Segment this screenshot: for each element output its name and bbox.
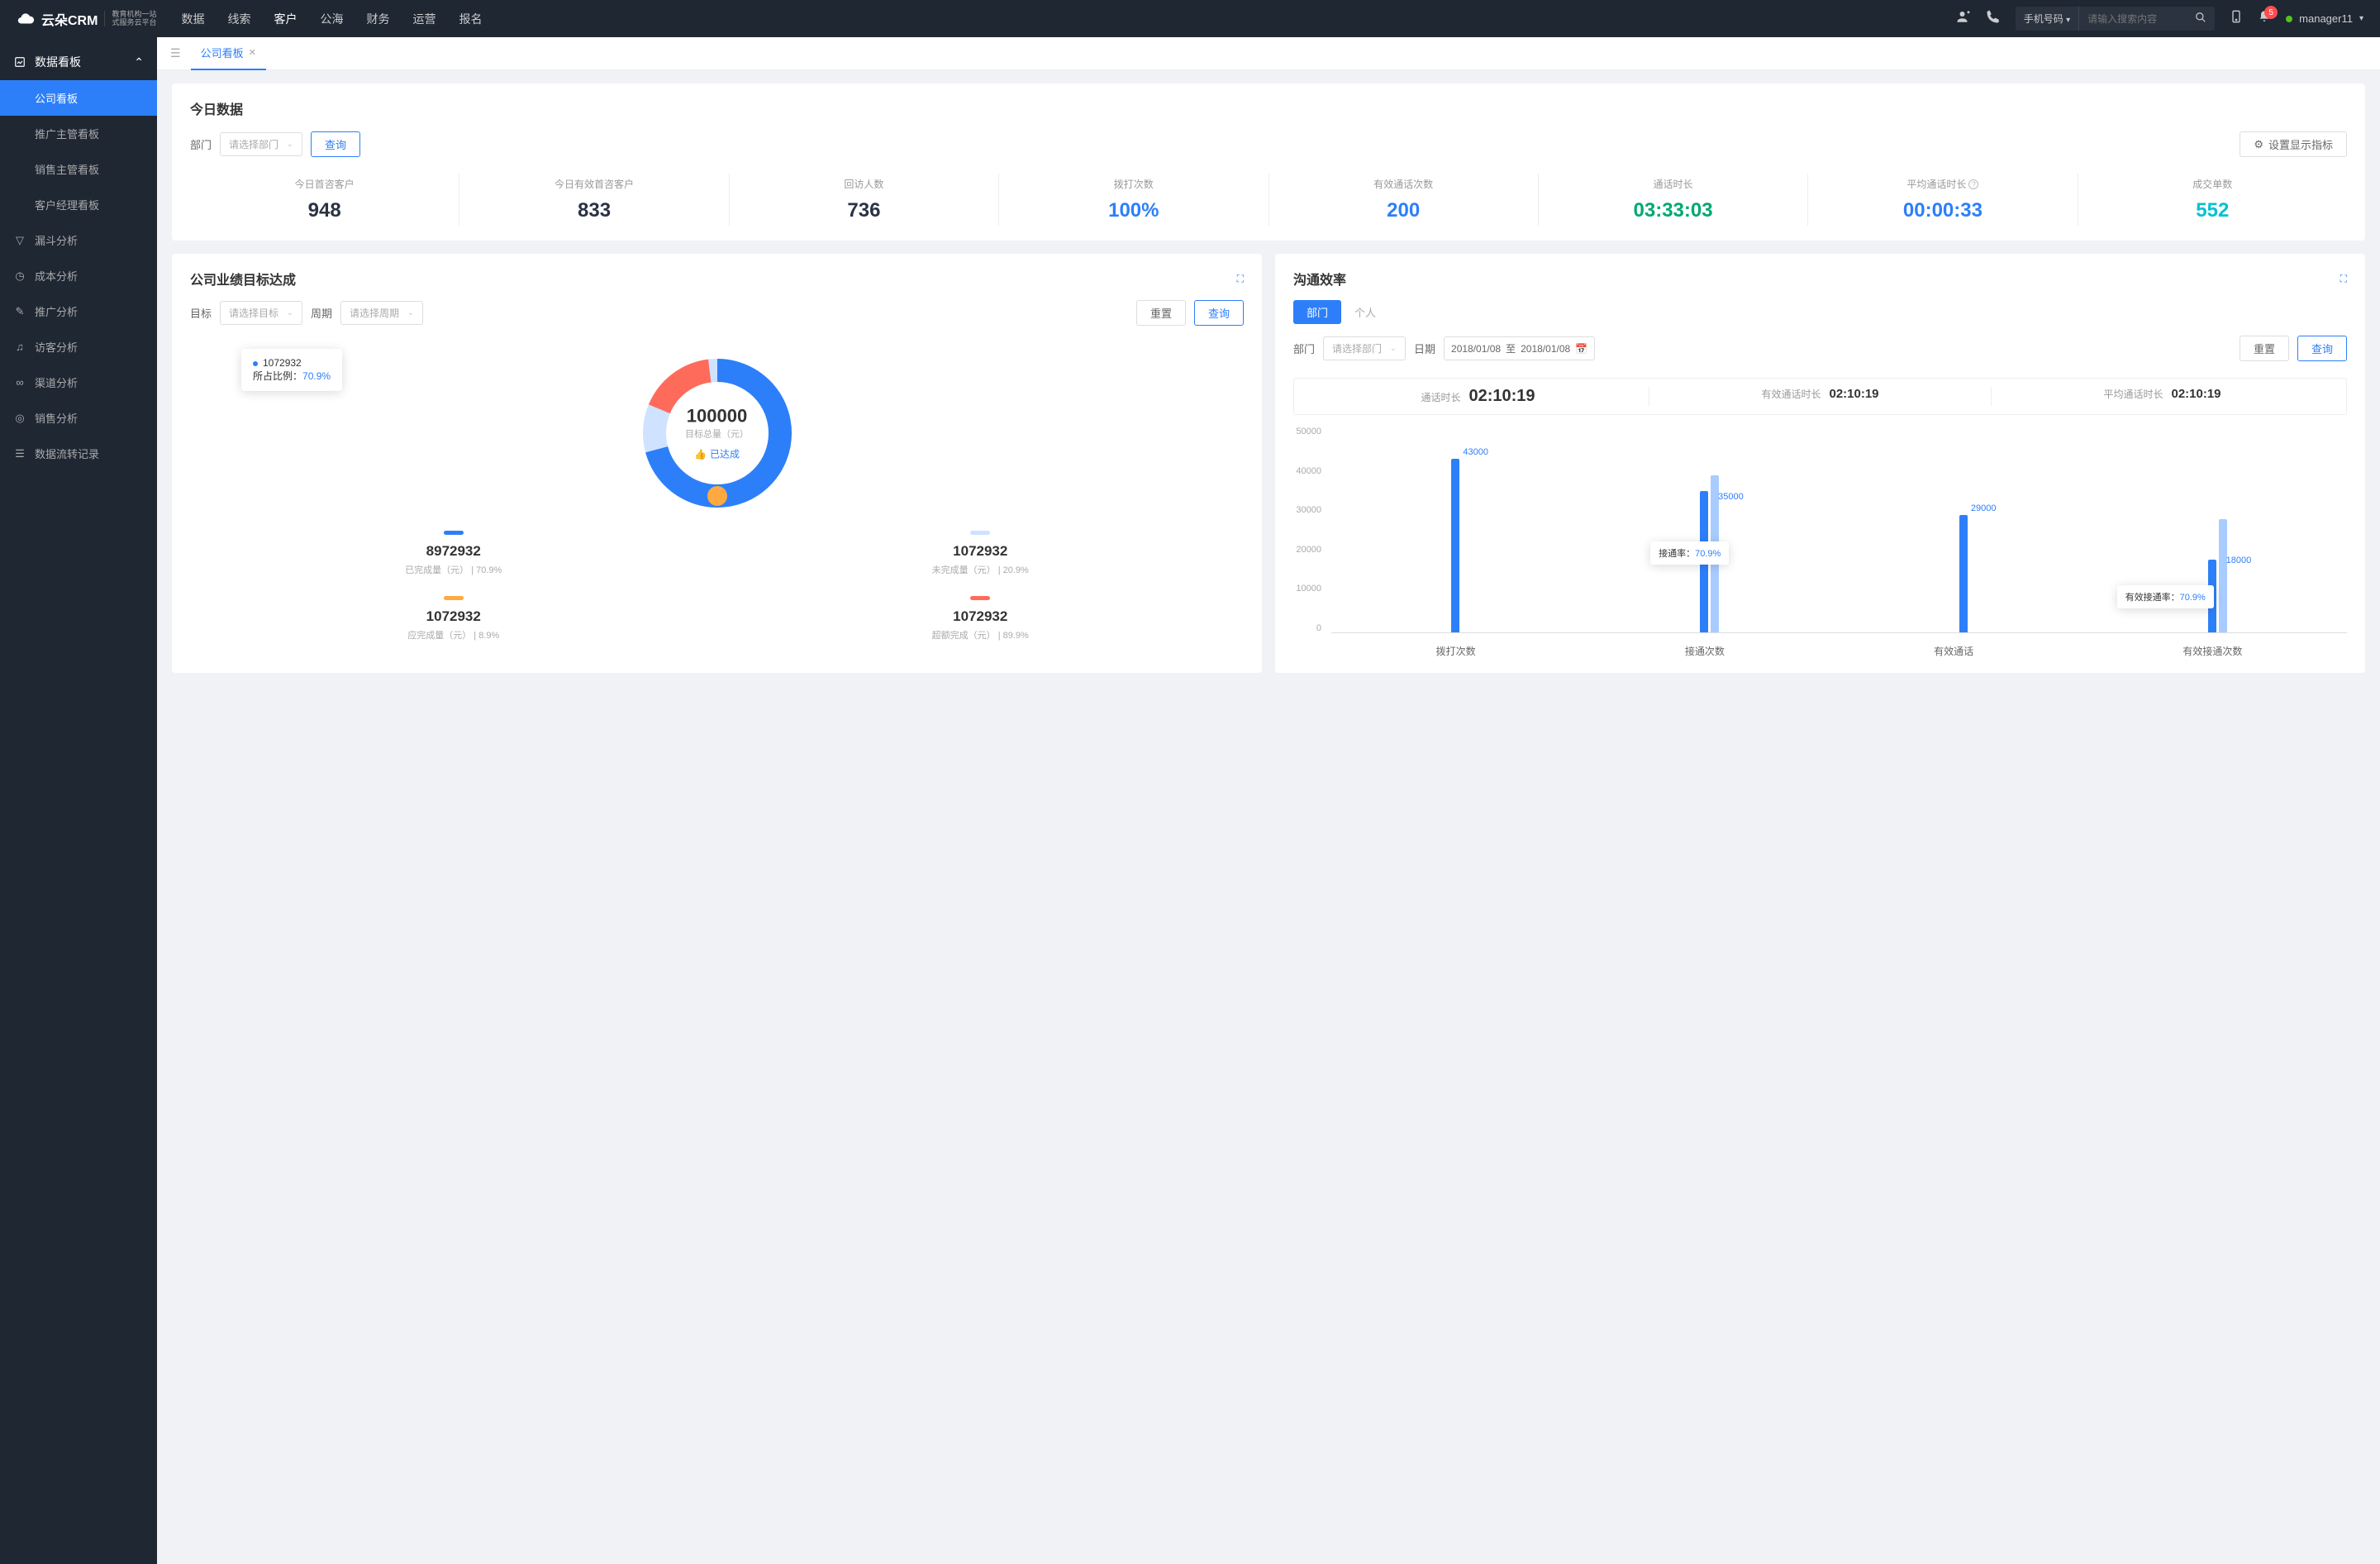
sidebar-item-funnel[interactable]: ▽漏斗分析 xyxy=(0,222,157,258)
thumbs-up-icon: 👍 xyxy=(694,448,707,460)
bell-icon[interactable]: 5 xyxy=(2258,10,2271,27)
top-nav: 数据 线索 客户 公海 财务 运营 报名 xyxy=(181,1,482,37)
search-input[interactable] xyxy=(2079,8,2187,30)
info-icon[interactable]: ? xyxy=(1968,179,1978,189)
dept-select[interactable]: 请选择部门⌄ xyxy=(1323,336,1406,360)
sidebar-sub-company[interactable]: 公司看板 xyxy=(0,80,157,116)
legend-should: 1072932应完成量（元） | 8.9% xyxy=(190,596,717,641)
nav-leads[interactable]: 线索 xyxy=(227,1,250,37)
settings-button[interactable]: ⚙设置显示指标 xyxy=(2240,131,2347,157)
sidebar-item-channel[interactable]: ∞渠道分析 xyxy=(0,365,157,400)
sidebar-group-dashboard[interactable]: 数据看板 ⌃ xyxy=(0,44,157,80)
metric-valid-calls: 有效通话次数200 xyxy=(1269,174,1539,226)
metric-dial-count: 拨打次数100% xyxy=(999,174,1269,226)
nav-signup[interactable]: 报名 xyxy=(459,1,482,37)
bar-valid-connect: 18000 有效接通率：70.9% xyxy=(2208,519,2227,632)
legend-exceed: 1072932超额完成（元） | 89.9% xyxy=(717,596,1245,641)
sidebar-item-visitor[interactable]: ♫访客分析 xyxy=(0,329,157,365)
nav-customers[interactable]: 客户 xyxy=(274,1,297,37)
sidebar-sub-account-mgr[interactable]: 客户经理看板 xyxy=(0,187,157,222)
nav-finance[interactable]: 财务 xyxy=(366,1,389,37)
close-icon[interactable]: ✕ xyxy=(249,47,256,58)
clock-icon: ◷ xyxy=(13,269,26,283)
add-user-icon[interactable] xyxy=(1956,9,1971,28)
nav-pool[interactable]: 公海 xyxy=(320,1,343,37)
search-type-select[interactable]: 手机号码 ▾ xyxy=(2016,7,2079,31)
seg-personal[interactable]: 个人 xyxy=(1341,300,1389,324)
goal-title: 公司业绩目标达成 xyxy=(190,269,296,288)
nav-ops[interactable]: 运营 xyxy=(412,1,436,37)
donut-chart: 100000 目标总量（元） 👍已达成 xyxy=(635,350,800,516)
sidebar-item-flow[interactable]: ☰数据流转记录 xyxy=(0,436,157,471)
dept-select[interactable]: 请选择部门⌄ xyxy=(220,132,302,156)
date-label: 日期 xyxy=(1414,341,1435,356)
headset-icon: ♫ xyxy=(13,341,26,353)
search-box: 手机号码 ▾ xyxy=(2016,7,2215,31)
tab-company-board[interactable]: 公司看板 ✕ xyxy=(191,37,266,70)
legend-incomplete: 1072932未完成量（元） | 20.9% xyxy=(717,531,1245,576)
bar-dial: 43000 xyxy=(1451,459,1459,632)
metric-duration: 通话时长03:33:03 xyxy=(1539,174,1808,226)
comm-card: 沟通效率 ⛶ 部门 个人 部门 请选择部门⌄ 日期 2018/01/08至201… xyxy=(1275,254,2365,673)
reset-button[interactable]: 重置 xyxy=(1136,300,1186,326)
chevron-up-icon: ⌃ xyxy=(134,55,144,69)
logo: 云朵CRM 教育机构一站式服务云平台 xyxy=(17,9,156,29)
metric-avg-duration: 平均通话时长?00:00:33 xyxy=(1808,174,2078,226)
query-button[interactable]: 查询 xyxy=(311,131,360,157)
comm-title: 沟通效率 xyxy=(1293,269,1346,288)
metric-deals: 成交单数552 xyxy=(2078,174,2347,226)
metrics-row: 今日首咨客户948 今日有效首咨客户833 回访人数736 拨打次数100% 有… xyxy=(190,174,2347,226)
target-label: 目标 xyxy=(190,305,212,321)
search-button[interactable] xyxy=(2187,7,2215,31)
list-icon: ☰ xyxy=(13,447,26,460)
metric-first-consult: 今日首咨客户948 xyxy=(190,174,459,226)
mobile-icon[interactable] xyxy=(2230,10,2243,27)
date-range-input[interactable]: 2018/01/08至2018/01/08📅 xyxy=(1444,336,1595,360)
sidebar-item-promo[interactable]: ✎推广分析 xyxy=(0,293,157,329)
user-menu[interactable]: manager11▾ xyxy=(2286,12,2363,25)
dept-label: 部门 xyxy=(190,136,212,152)
donut-tooltip: 1072932 所占比例：70.9% xyxy=(241,349,342,391)
funnel-icon: ▽ xyxy=(13,234,26,247)
today-title: 今日数据 xyxy=(190,98,2347,118)
bar-connect: 35000 接通率：70.9% xyxy=(1700,475,1719,632)
tab-menu-icon[interactable]: ☰ xyxy=(170,46,181,60)
dashboard-icon xyxy=(13,56,26,68)
top-header: 云朵CRM 教育机构一站式服务云平台 数据 线索 客户 公海 财务 运营 报名 … xyxy=(0,0,2380,37)
bar-chart: 50000 40000 30000 20000 10000 0 43000 xyxy=(1293,427,2347,658)
bar-valid: 29000 xyxy=(1959,515,1968,632)
target-select[interactable]: 请选择目标⌄ xyxy=(220,301,302,325)
sidebar-sub-promo-mgr[interactable]: 推广主管看板 xyxy=(0,116,157,151)
sidebar-sub-sales-mgr[interactable]: 销售主管看板 xyxy=(0,151,157,187)
dept-label: 部门 xyxy=(1293,341,1315,356)
query-button[interactable]: 查询 xyxy=(2297,336,2347,361)
sidebar-item-cost[interactable]: ◷成本分析 xyxy=(0,258,157,293)
target-icon: ◎ xyxy=(13,412,26,425)
chart-tooltip-2: 有效接通率：70.9% xyxy=(2117,585,2214,608)
today-card: 今日数据 部门 请选择部门⌄ 查询 ⚙设置显示指标 今日首咨客户948 今日有效… xyxy=(172,83,2365,241)
goal-card: 公司业绩目标达成 ⛶ 目标 请选择目标⌄ 周期 请选择周期⌄ 重置 查询 xyxy=(172,254,1262,673)
tab-bar: ☰ 公司看板 ✕ xyxy=(157,37,2380,70)
edit-icon: ✎ xyxy=(13,305,26,318)
expand-icon[interactable]: ⛶ xyxy=(2340,273,2347,285)
segment-control: 部门 个人 xyxy=(1293,300,2347,324)
calendar-icon: 📅 xyxy=(1575,343,1587,355)
legend-completed: 8972932已完成量（元） | 70.9% xyxy=(190,531,717,576)
reset-button[interactable]: 重置 xyxy=(2240,336,2289,361)
metric-valid-first: 今日有效首咨客户833 xyxy=(459,174,729,226)
gear-icon: ⚙ xyxy=(2254,138,2263,151)
sidebar: 数据看板 ⌃ 公司看板 推广主管看板 销售主管看板 客户经理看板 ▽漏斗分析 ◷… xyxy=(0,37,157,1564)
chart-tooltip-1: 接通率：70.9% xyxy=(1650,541,1729,565)
nav-data[interactable]: 数据 xyxy=(181,1,204,37)
expand-icon[interactable]: ⛶ xyxy=(1237,273,1244,285)
period-label: 周期 xyxy=(311,305,332,321)
phone-icon[interactable] xyxy=(1986,9,2001,28)
query-button[interactable]: 查询 xyxy=(1194,300,1244,326)
sidebar-item-sales[interactable]: ◎销售分析 xyxy=(0,400,157,436)
period-select[interactable]: 请选择周期⌄ xyxy=(340,301,423,325)
stat-bar: 通话时长02:10:19 有效通话时长02:10:19 平均通话时长02:10:… xyxy=(1293,378,2347,415)
metric-revisit: 回访人数736 xyxy=(730,174,999,226)
share-icon: ∞ xyxy=(13,376,26,389)
seg-dept[interactable]: 部门 xyxy=(1293,300,1341,324)
